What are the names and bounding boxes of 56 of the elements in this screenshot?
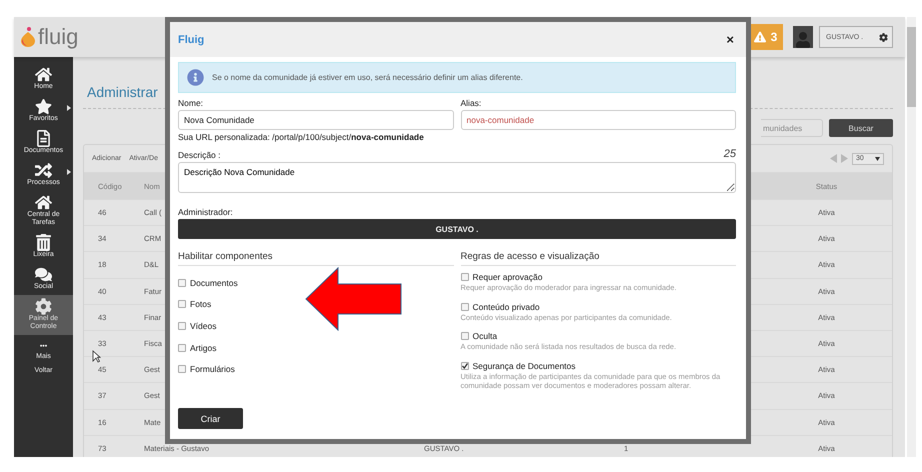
checkbox-label: Documentos (190, 278, 238, 288)
logo-icon (20, 27, 36, 47)
checkbox-label: Fotos (190, 299, 212, 310)
shuffle-icon (35, 162, 52, 179)
checkbox-label: Requer aprovação (472, 272, 542, 282)
caret-icon (67, 169, 71, 175)
url-text: Sua URL personalizada: /portal/p/100/subject/nova-comunidade (178, 132, 425, 142)
settings-icon (35, 298, 52, 315)
dialog-title: Fluig (178, 34, 204, 46)
checkbox-label: Oculta (472, 331, 498, 341)
checkbox[interactable] (460, 362, 468, 370)
chat-icon (35, 266, 52, 283)
scrollbar[interactable] (907, 17, 916, 457)
search-button[interactable]: Buscar (829, 119, 893, 137)
next-icon[interactable] (841, 154, 848, 163)
logo-text: fluig (38, 24, 78, 50)
checkbox[interactable] (178, 344, 186, 352)
checkbox[interactable] (460, 332, 468, 340)
trash-icon (35, 234, 52, 251)
checkbox[interactable] (178, 300, 186, 308)
checkbox-label: Artigos (190, 342, 216, 353)
info-icon (187, 69, 204, 86)
info-text: Se o nome da comunidade já estiver em uso, será necessário definir um alias diferente. (212, 73, 523, 82)
checkbox-label: Vídeos (190, 320, 216, 331)
caret-icon (67, 105, 71, 111)
checkbox-label: Segurança de Documentos (472, 360, 576, 370)
caret-icon (875, 156, 880, 160)
field-label: Nome: (178, 98, 204, 108)
checkbox[interactable] (178, 365, 186, 374)
create-button[interactable]: Criar (178, 408, 243, 429)
section-heading: Regras de acesso e visualização (460, 251, 736, 266)
field-label: Administrador: (178, 207, 234, 217)
document-icon (35, 130, 52, 147)
star-icon (35, 98, 52, 115)
previous-icon[interactable] (830, 154, 837, 163)
alias-field[interactable]: nova-comunidade (460, 110, 736, 130)
character-count: 25 (724, 148, 736, 160)
cursor-icon (92, 350, 101, 363)
name-field[interactable]: Nova Comunidade (178, 110, 454, 130)
field-label: Descrição : (178, 150, 221, 160)
checkbox[interactable] (460, 302, 468, 310)
close-button[interactable]: × (726, 32, 734, 47)
administrator-field[interactable]: GUSTAVO . (178, 219, 736, 239)
section-heading: Habilitar componentes (178, 251, 454, 266)
house-clock-icon (35, 194, 52, 211)
checkbox-label: Conteúdo privado (472, 302, 540, 312)
search-field[interactable]: munidades (761, 119, 823, 137)
home-icon (35, 66, 52, 83)
avatar-icon[interactable] (793, 26, 813, 48)
checkbox-label: Formulários (190, 364, 235, 374)
field-label: Alias: (460, 98, 482, 108)
checkbox[interactable] (178, 278, 186, 287)
checkbox[interactable] (178, 322, 186, 330)
gear-icon[interactable] (879, 32, 888, 42)
description-field[interactable]: Descrição Nova Comunidade (178, 162, 736, 193)
checkbox[interactable] (460, 273, 468, 281)
